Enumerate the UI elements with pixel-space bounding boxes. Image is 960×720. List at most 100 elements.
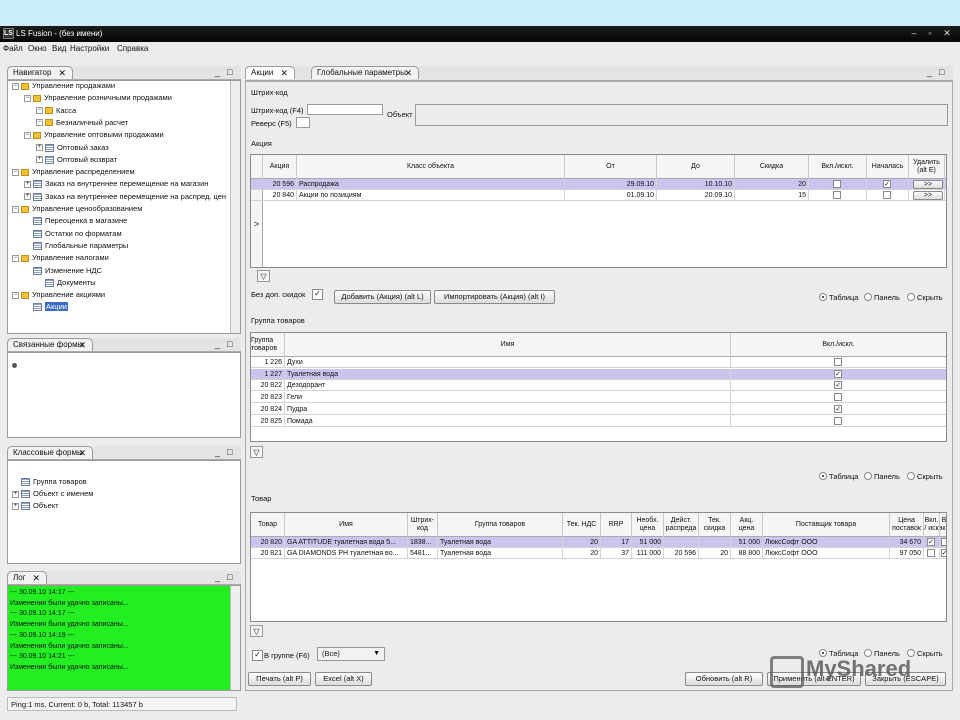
col-header[interactable]: Необх. цена: [632, 513, 664, 537]
nav-item[interactable]: − Касса: [36, 106, 76, 116]
col-header[interactable]: Вкл./искл.: [809, 155, 867, 179]
minimize-icon[interactable]: _: [215, 338, 220, 351]
nav-item[interactable]: − Управление акциями: [12, 290, 105, 300]
close-icon[interactable]: ✕: [58, 67, 66, 79]
view-table-radio[interactable]: [819, 472, 827, 480]
col-header[interactable]: Тек. НДС: [563, 513, 601, 537]
col-header[interactable]: В акц: [940, 513, 946, 537]
col-header[interactable]: Товар: [251, 513, 285, 537]
checkbox[interactable]: [833, 180, 841, 188]
menu-file[interactable]: Файл: [3, 42, 23, 55]
group-filter-select[interactable]: (Все) ▼: [317, 647, 385, 661]
tree-item[interactable]: + Объект с именем: [12, 489, 93, 499]
barcode-input[interactable]: [307, 104, 383, 115]
expand-icon[interactable]: +: [12, 502, 19, 510]
col-header[interactable]: До: [657, 155, 735, 179]
view-table-radio[interactable]: [819, 293, 827, 301]
view-hide-radio[interactable]: [907, 293, 915, 301]
col-header[interactable]: Началась: [867, 155, 909, 179]
excel-button[interactable]: Excel (alt X): [315, 672, 372, 686]
import-promo-button[interactable]: Импортировать (Акция) (alt I): [434, 290, 555, 304]
filter-icon[interactable]: ▽: [257, 270, 270, 282]
close-icon[interactable]: ✕: [941, 27, 953, 40]
in-group-checkbox[interactable]: ✓: [252, 650, 263, 661]
nav-item[interactable]: +Документы: [36, 278, 96, 288]
close-icon[interactable]: ✕: [404, 67, 412, 79]
checkbox[interactable]: [834, 358, 842, 366]
table-row[interactable]: 1 227 Туалетная вода ✓: [251, 368, 946, 380]
expand-icon[interactable]: −: [12, 168, 19, 176]
menu-settings[interactable]: Настройки: [70, 42, 109, 55]
navigator-scrollbar[interactable]: [230, 81, 240, 333]
maximize-icon[interactable]: □: [227, 338, 232, 351]
tab-promotions[interactable]: Акции ✕: [245, 66, 295, 79]
expand-icon[interactable]: −: [36, 107, 43, 115]
nav-item[interactable]: − Управление налогами: [12, 253, 109, 263]
nav-item[interactable]: − Управление продажами: [12, 81, 115, 91]
maximize-icon[interactable]: □: [227, 571, 232, 584]
menu-view[interactable]: Вид: [52, 42, 66, 55]
table-row[interactable]: 1 226 Духи: [251, 357, 946, 368]
minimize-icon[interactable]: –: [908, 27, 920, 40]
nav-item[interactable]: + Заказ на внутреннее перемещение на мага…: [24, 179, 208, 189]
checked-checkbox[interactable]: ✓: [883, 180, 891, 188]
maximize-icon[interactable]: □: [939, 66, 944, 79]
object-field[interactable]: [415, 104, 948, 126]
nav-item[interactable]: − Управление распределением: [12, 167, 135, 177]
close-icon[interactable]: ✕: [78, 339, 86, 351]
view-hide-radio[interactable]: [907, 472, 915, 480]
expand-icon[interactable]: −: [12, 82, 19, 90]
col-header[interactable]: Группа товаров: [438, 513, 563, 537]
col-header[interactable]: От: [565, 155, 657, 179]
delete-promo-button[interactable]: >>: [913, 180, 943, 189]
view-panel-radio[interactable]: [864, 293, 872, 301]
delete-promo-button[interactable]: >>: [913, 191, 943, 200]
col-header[interactable]: Класс объекта: [297, 155, 565, 179]
nav-item[interactable]: − Управление розничными продажами: [24, 93, 172, 103]
table-row[interactable]: 20 822 Дезодорант ✓: [251, 380, 946, 392]
nav-item[interactable]: − Управление ценообразованием: [12, 204, 142, 214]
col-header[interactable]: Тек. скидка: [699, 513, 731, 537]
minimize-icon[interactable]: _: [927, 66, 932, 79]
log-scrollbar[interactable]: [230, 586, 240, 690]
tab-related-forms[interactable]: Связанные формы ✕: [7, 338, 93, 351]
checkbox[interactable]: [883, 191, 891, 199]
minimize-icon[interactable]: _: [215, 66, 220, 79]
col-header[interactable]: Скидка: [735, 155, 809, 179]
print-button[interactable]: Печать (alt P): [248, 672, 311, 686]
nav-item[interactable]: + Оптовый заказ: [36, 143, 109, 153]
minimize-icon[interactable]: _: [215, 446, 220, 459]
expand-icon[interactable]: +: [36, 144, 43, 152]
expand-icon[interactable]: −: [12, 254, 19, 262]
nav-item[interactable]: +Остатки по форматам: [24, 229, 122, 239]
nav-item[interactable]: + Заказ на внутреннее перемещение на расп…: [24, 192, 226, 202]
nav-item[interactable]: +Переоценка в магазине: [24, 216, 127, 226]
tree-item[interactable]: Группа товаров: [12, 477, 87, 487]
maximize-icon[interactable]: □: [227, 446, 232, 459]
expand-icon[interactable]: −: [12, 205, 19, 213]
view-panel-radio[interactable]: [864, 472, 872, 480]
no-extra-discount-checkbox[interactable]: ✓: [312, 289, 323, 300]
minimize-icon[interactable]: _: [215, 571, 220, 584]
nav-item[interactable]: + Оптовый возврат: [36, 155, 117, 165]
expand-icon[interactable]: +: [24, 180, 31, 188]
close-icon[interactable]: ✕: [78, 447, 86, 459]
table-row[interactable]: 20 823 Гели: [251, 392, 946, 404]
checked-checkbox[interactable]: ✓: [940, 549, 946, 557]
table-row[interactable]: 20 840 Акции по позициям 01.09.10 20.09.10 1…: [251, 190, 946, 201]
table-row[interactable]: 20 824 Пудра ✓: [251, 403, 946, 415]
expand-icon[interactable]: +: [36, 156, 43, 164]
tab-log[interactable]: Лог ✕: [7, 571, 47, 584]
checked-checkbox[interactable]: ✓: [834, 381, 842, 390]
nav-item[interactable]: − Управление оптовыми продажами: [24, 130, 164, 140]
col-header[interactable]: Акц. цена: [731, 513, 763, 537]
maximize-icon[interactable]: □: [227, 66, 232, 79]
expand-icon[interactable]: +: [24, 193, 31, 201]
table-row[interactable]: 20 820 GA ATTITUDE туалетная вода 5... 183…: [251, 537, 946, 548]
col-header[interactable]: Штрих-код: [408, 513, 438, 537]
close-icon[interactable]: ✕: [32, 572, 40, 584]
expand-icon[interactable]: −: [12, 291, 19, 299]
col-header[interactable]: Цена поставок: [890, 513, 924, 537]
checkbox[interactable]: [927, 549, 935, 557]
expand-icon[interactable]: +: [12, 490, 19, 498]
